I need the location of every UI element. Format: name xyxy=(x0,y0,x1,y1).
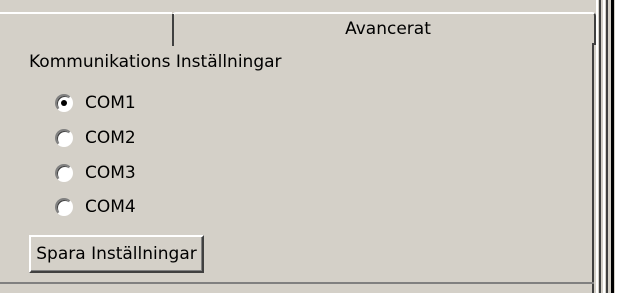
right-rail-dark xyxy=(611,0,614,293)
radio-option-com4[interactable]: COM4 xyxy=(55,196,136,218)
right-rail-highlight-2 xyxy=(603,0,605,293)
tab-avancerat-label: Avancerat xyxy=(345,19,431,39)
right-rail-highlight xyxy=(596,0,598,293)
radio-com1[interactable] xyxy=(55,94,73,112)
radio-com3[interactable] xyxy=(55,164,73,182)
radio-com1-label: COM1 xyxy=(85,93,136,113)
tab-panel-right-edge xyxy=(592,43,594,293)
radio-option-com2[interactable]: COM2 xyxy=(55,127,136,149)
radio-com4-label: COM4 xyxy=(85,197,136,217)
radio-com2[interactable] xyxy=(55,129,73,147)
radio-option-com3[interactable]: COM3 xyxy=(55,162,136,184)
radio-com2-label: COM2 xyxy=(85,128,136,148)
save-settings-button[interactable]: Spara Inställningar xyxy=(29,235,204,273)
radio-com4[interactable] xyxy=(55,198,73,216)
tab-general[interactable] xyxy=(0,12,174,46)
right-rail-outer xyxy=(615,0,621,293)
radio-option-com1[interactable]: COM1 xyxy=(55,92,136,114)
communication-settings-title: Kommunikations Inställningar xyxy=(26,52,285,72)
tab-panel-bottom-edge xyxy=(0,282,594,284)
right-rail-shadow xyxy=(599,0,601,293)
tab-avancerat[interactable]: Avancerat xyxy=(172,12,596,45)
radio-com3-label: COM3 xyxy=(85,163,136,183)
right-rail-shadow-2 xyxy=(606,0,608,293)
